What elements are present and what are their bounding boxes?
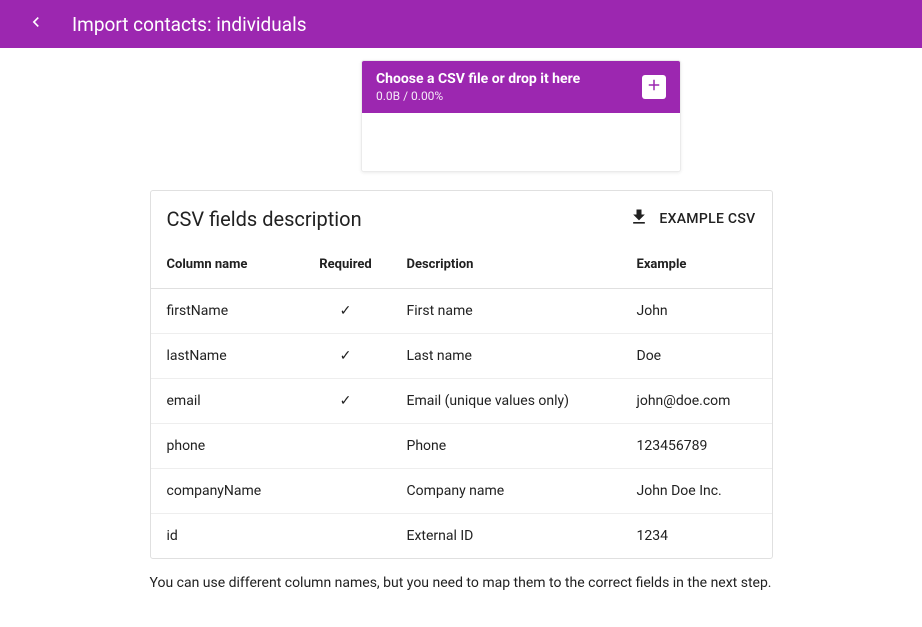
cell-column-name: lastName — [151, 334, 301, 379]
example-csv-label: EXAMPLE CSV — [659, 211, 755, 227]
content-area: Choose a CSV file or drop it here 0.0B /… — [0, 48, 922, 591]
cell-example: John Doe Inc. — [621, 469, 772, 514]
upload-card: Choose a CSV file or drop it here 0.0B /… — [361, 60, 681, 172]
header-column-name: Column name — [151, 245, 301, 289]
fields-title: CSV fields description — [167, 207, 362, 231]
cell-column-name: companyName — [151, 469, 301, 514]
page-title: Import contacts: individuals — [72, 13, 307, 36]
table-row: lastName✓Last nameDoe — [151, 334, 772, 379]
cell-example: Doe — [621, 334, 772, 379]
cell-description: Last name — [391, 334, 621, 379]
upload-header: Choose a CSV file or drop it here 0.0B /… — [362, 61, 680, 113]
chevron-left-icon — [26, 12, 46, 36]
cell-required: ✓ — [301, 334, 391, 379]
cell-description: Phone — [391, 424, 621, 469]
table-row: email✓Email (unique values only)john@doe… — [151, 379, 772, 424]
fields-table: Column name Required Description Example… — [151, 245, 772, 558]
cell-required — [301, 424, 391, 469]
cell-column-name: id — [151, 514, 301, 559]
footnote-text: You can use different column names, but … — [150, 575, 773, 591]
cell-description: First name — [391, 289, 621, 334]
cell-column-name: email — [151, 379, 301, 424]
table-row: firstName✓First nameJohn — [151, 289, 772, 334]
cell-column-name: firstName — [151, 289, 301, 334]
table-row: id External ID1234 — [151, 514, 772, 559]
cell-required: ✓ — [301, 379, 391, 424]
upload-header-text: Choose a CSV file or drop it here 0.0B /… — [376, 71, 580, 103]
cell-required — [301, 514, 391, 559]
header-example: Example — [621, 245, 772, 289]
cell-description: External ID — [391, 514, 621, 559]
fields-card: CSV fields description EXAMPLE CSV Colum… — [150, 190, 773, 559]
header-description: Description — [391, 245, 621, 289]
cell-required: ✓ — [301, 289, 391, 334]
download-icon — [629, 207, 649, 231]
cell-description: Company name — [391, 469, 621, 514]
table-header-row: Column name Required Description Example — [151, 245, 772, 289]
back-button[interactable] — [16, 4, 56, 44]
cell-example: 1234 — [621, 514, 772, 559]
fields-header: CSV fields description EXAMPLE CSV — [151, 191, 772, 245]
upload-title: Choose a CSV file or drop it here — [376, 71, 580, 87]
header-required: Required — [301, 245, 391, 289]
cell-example: John — [621, 289, 772, 334]
cell-example: john@doe.com — [621, 379, 772, 424]
upload-dropzone[interactable] — [362, 113, 680, 171]
table-row: phone Phone123456789 — [151, 424, 772, 469]
upload-progress: 0.0B / 0.00% — [376, 89, 580, 103]
cell-required — [301, 469, 391, 514]
cell-column-name: phone — [151, 424, 301, 469]
cell-description: Email (unique values only) — [391, 379, 621, 424]
cell-example: 123456789 — [621, 424, 772, 469]
example-csv-button[interactable]: EXAMPLE CSV — [629, 207, 755, 231]
table-row: companyName Company nameJohn Doe Inc. — [151, 469, 772, 514]
plus-icon — [645, 76, 663, 98]
add-file-button[interactable] — [642, 75, 666, 99]
app-header: Import contacts: individuals — [0, 0, 922, 48]
